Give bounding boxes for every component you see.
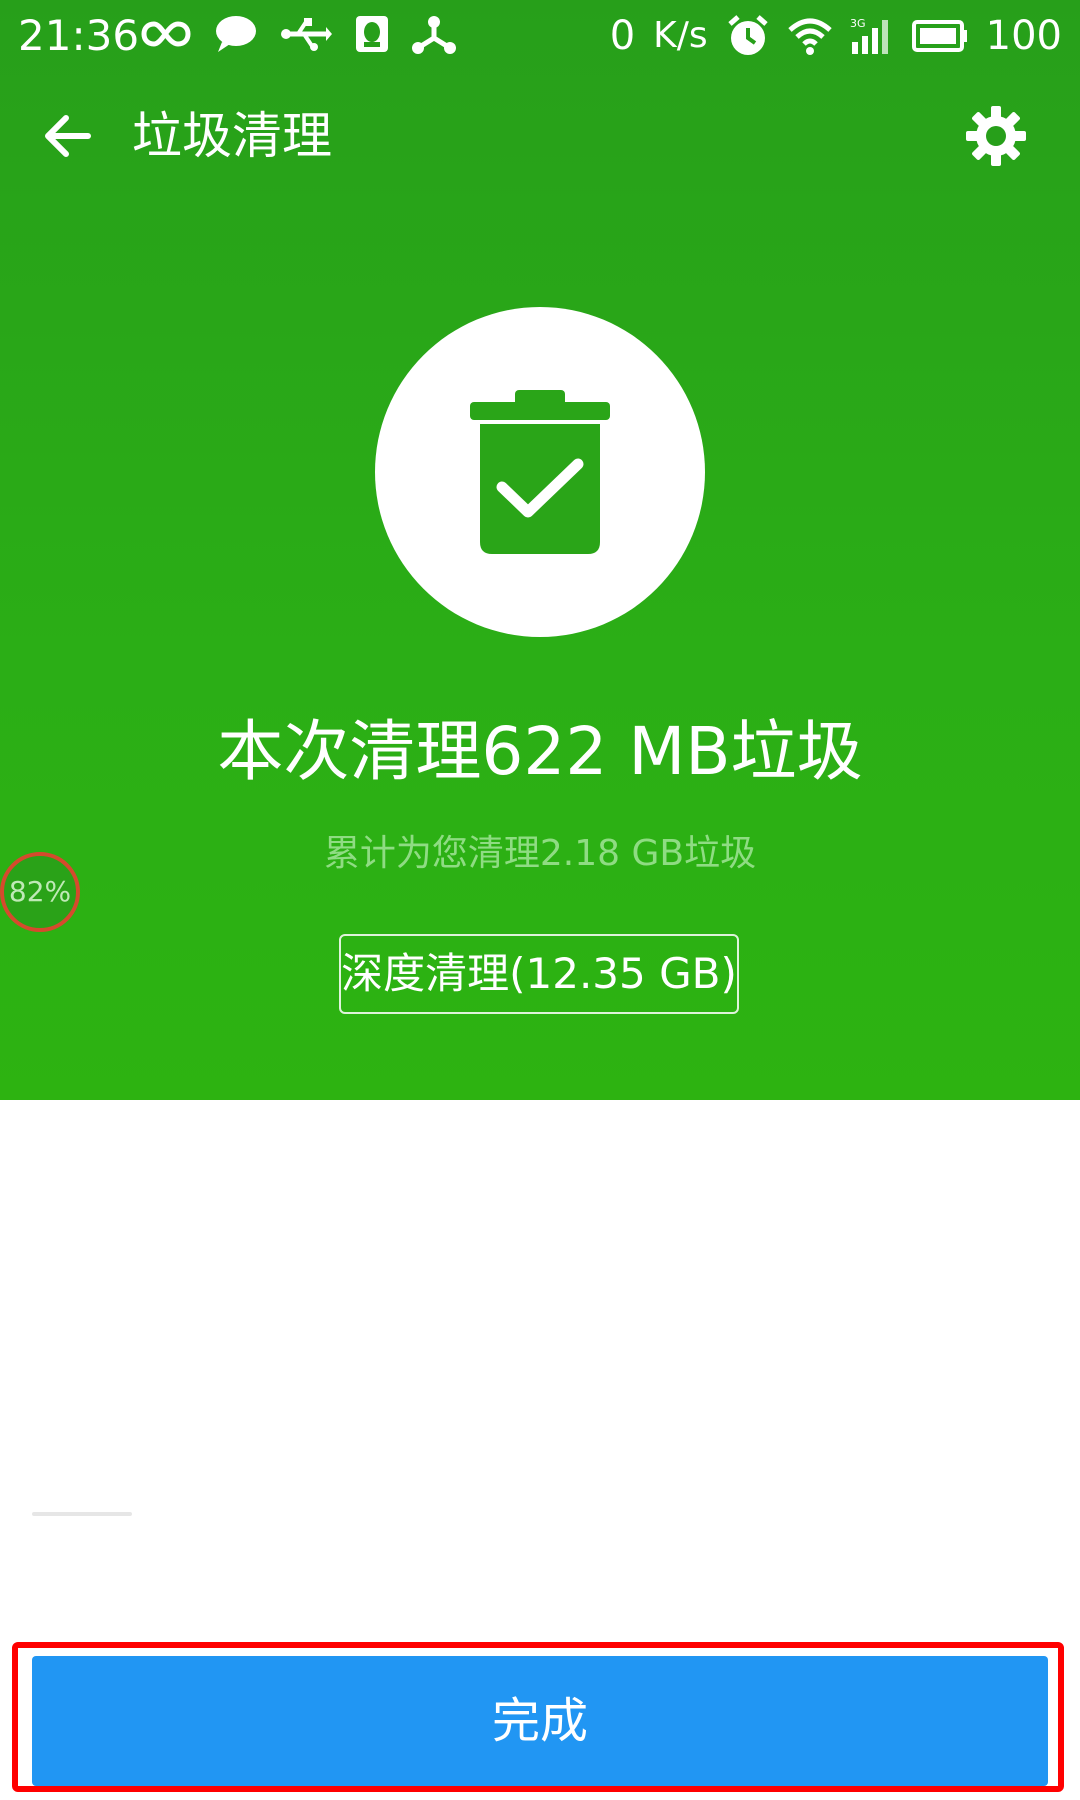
svg-text:3G: 3G [850,17,866,30]
total-cleaned-subtitle: 累计为您清理2.18 GB垃圾 [323,833,757,874]
settings-button[interactable] [964,104,1028,168]
clean-complete-circle [375,307,705,637]
status-system-icons: 0 K/s 3G 100 [610,12,1062,60]
infinity-icon [140,14,192,54]
page-title: 垃圾清理 [132,107,332,165]
share-node-icon [412,14,456,54]
trash-check-icon [470,390,610,554]
arrow-back-icon [45,115,91,157]
network-speed-unit: K/s [653,15,708,56]
chat-bubble-icon [214,14,258,54]
battery-icon [911,19,968,53]
done-button[interactable]: 完成 [32,1656,1048,1786]
cleaned-amount-title: 本次清理622 MB垃圾 [217,713,863,790]
qq-icon [354,14,390,54]
screen: 21:36 0 K/s 3G 100 垃圾清理 本次清理622 MB垃圾 累计为… [0,0,1080,1800]
network-speed-value: 0 [609,13,636,59]
status-time: 21:36 [18,11,140,60]
usb-icon [280,14,332,54]
status-notification-icons [140,14,456,54]
hero-area: 21:36 0 K/s 3G 100 垃圾清理 本次清理622 MB垃圾 累计为… [0,0,1080,1100]
app-bar: 垃圾清理 [0,88,1080,184]
scroll-indicator [32,1512,132,1516]
back-button[interactable] [38,106,98,166]
gear-icon [966,106,1026,166]
memory-usage-badge[interactable]: 82% [0,852,80,932]
alarm-clock-icon [726,14,770,58]
deep-clean-button[interactable]: 深度清理(12.35 GB) [339,934,739,1014]
status-bar: 21:36 0 K/s 3G 100 [0,0,1080,72]
battery-level: 100 [985,13,1062,59]
wifi-icon [787,16,832,56]
signal-3g-icon: 3G [850,16,894,56]
